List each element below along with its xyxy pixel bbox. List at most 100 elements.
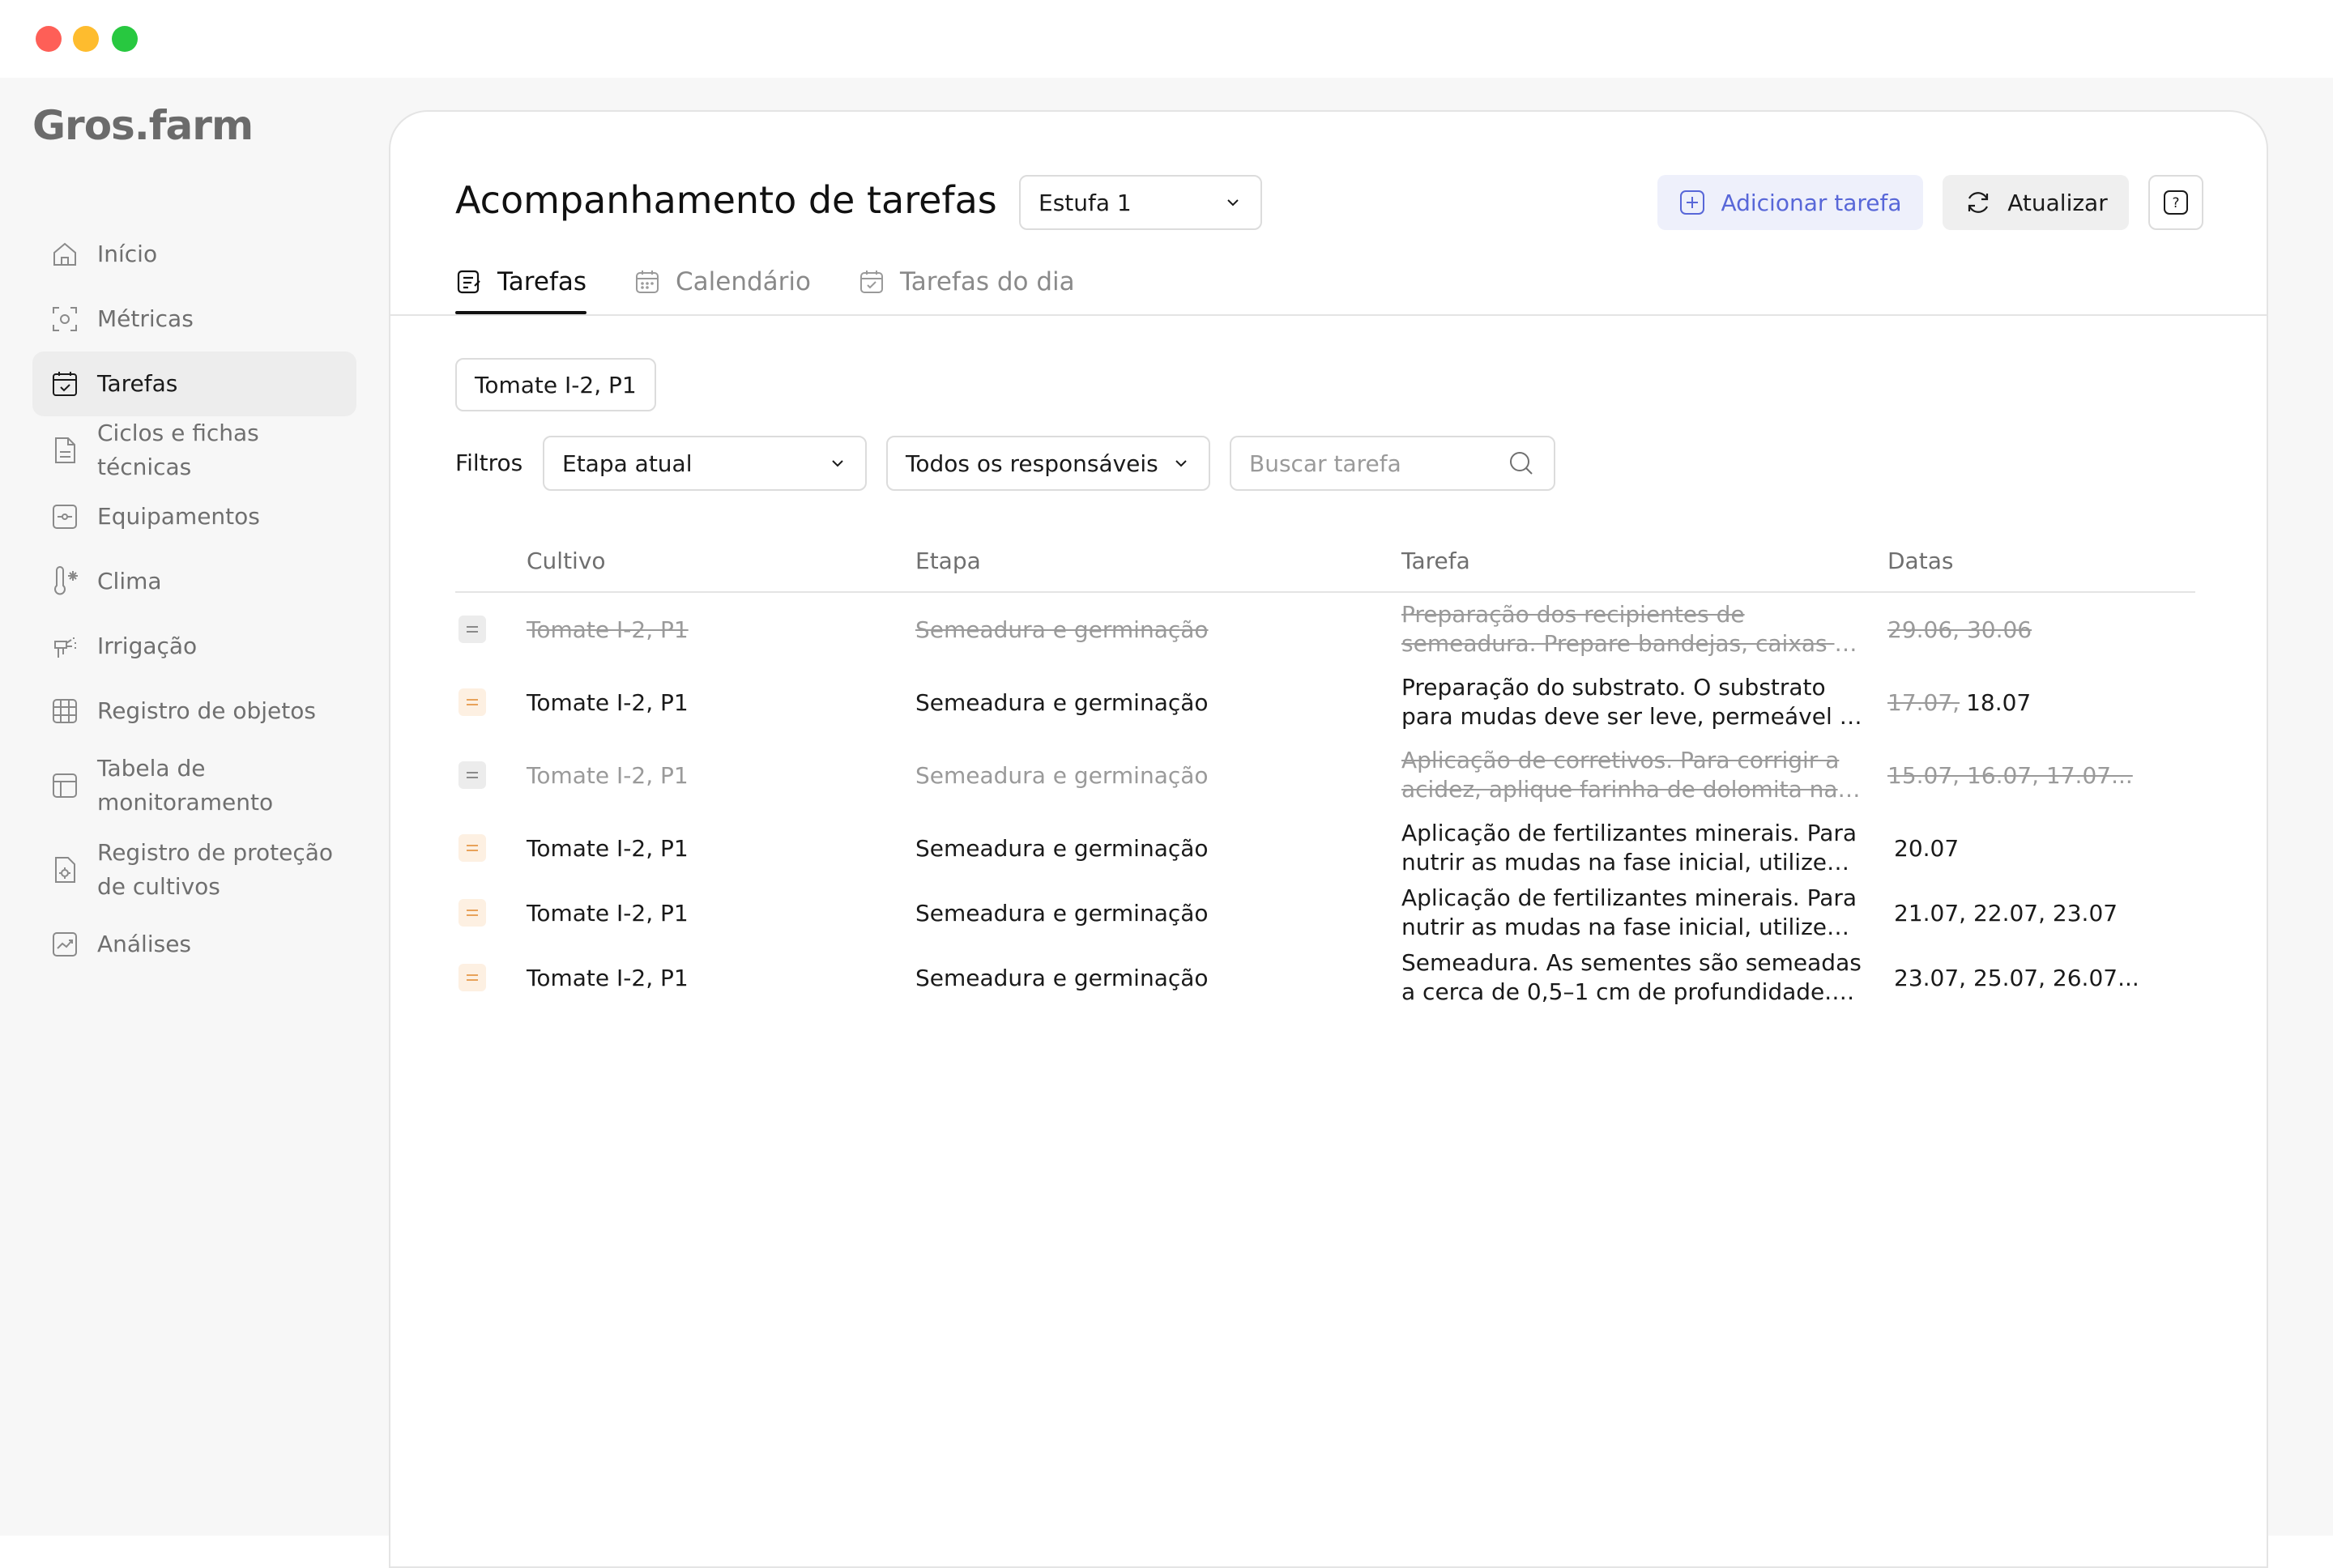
tab-tarefas[interactable]: Tarefas: [455, 249, 586, 314]
app-body: Gros.farm Início Métricas Tarefas Ciclos…: [0, 78, 2333, 1568]
tabs-divider: [390, 314, 2267, 316]
table-row[interactable]: Tomate I-2, P1 Semeadura e germinação Ap…: [455, 812, 2195, 884]
cell-tarefa: Aplicação de fertilizantes minerais. Par…: [1401, 820, 1857, 876]
cell-tarefa: Semeadura. As sementes são semeadas a ce…: [1401, 949, 1862, 1005]
sidebar-item-inicio[interactable]: Início: [32, 222, 356, 287]
equipment-icon: [49, 501, 81, 533]
chevron-down-icon: [1227, 199, 1239, 207]
logo[interactable]: Gros.farm: [32, 102, 254, 149]
chart-icon: [49, 928, 81, 961]
title-bar: [0, 0, 2333, 78]
search-input[interactable]: [1231, 450, 1491, 477]
cell-cultivo: Tomate I-2, P1: [527, 616, 689, 643]
table-row[interactable]: Tomate I-2, P1 Semeadura e germinação Pr…: [455, 593, 2195, 666]
greenhouse-select-value: Estufa 1: [1039, 189, 1132, 216]
drag-handle-icon[interactable]: [458, 688, 486, 716]
maximize-window-button[interactable]: [112, 26, 138, 52]
tasks-table: Cultivo Etapa Tarefa Datas Tomate I-2, P…: [455, 535, 2195, 1014]
grid-icon: [49, 695, 81, 727]
drag-handle-icon[interactable]: [458, 616, 486, 643]
tab-tarefas-do-dia[interactable]: Tarefas do dia: [858, 249, 1075, 314]
cell-cultivo: Tomate I-2, P1: [527, 688, 689, 716]
sidebar-item-metricas[interactable]: Métricas: [32, 287, 356, 352]
add-task-button[interactable]: Adicionar tarefa: [1657, 175, 1923, 230]
sidebar-item-label: Registro de proteção de cultivos: [97, 839, 334, 900]
sidebar-item-label: Registro de objetos: [97, 697, 316, 724]
cell-etapa: Semeadura e germinação: [915, 834, 1209, 862]
tasks-icon: [49, 368, 81, 400]
search-icon[interactable]: [1507, 449, 1536, 478]
cell-dates: 18.07: [1966, 688, 2032, 716]
sidebar-item-equipamentos[interactable]: Equipamentos: [32, 484, 356, 549]
table-row[interactable]: Tomate I-2, P1 Semeadura e germinação Se…: [455, 941, 2195, 1014]
table-row[interactable]: Tomate I-2, P1 Semeadura e germinação Pr…: [455, 666, 2195, 739]
sidebar-item-label: Métricas: [97, 305, 194, 332]
sidebar-item-label: Clima: [97, 568, 162, 594]
sidebar-item-ciclos[interactable]: Ciclos e fichas técnicas: [32, 416, 356, 484]
refresh-button[interactable]: Atualizar: [1943, 175, 2129, 230]
sidebar-item-irrigacao[interactable]: Irrigação: [32, 614, 356, 679]
drag-handle-icon[interactable]: [458, 834, 486, 862]
sidebar-item-registro-protecao[interactable]: Registro de proteção de cultivos: [32, 828, 356, 912]
cell-tarefa: Aplicação de fertilizantes minerais. Par…: [1401, 884, 1857, 940]
cell-cultivo: Tomate I-2, P1: [527, 899, 689, 927]
calendar-icon: [636, 271, 659, 293]
greenhouse-select[interactable]: Estufa 1: [1019, 175, 1262, 230]
close-window-button[interactable]: [36, 26, 62, 52]
table-row[interactable]: Tomate I-2, P1 Semeadura e germinação Ap…: [455, 884, 2195, 941]
crop-chip[interactable]: Tomate I-2, P1: [455, 358, 656, 411]
sidebar-item-label: Irrigação: [97, 633, 198, 659]
help-button[interactable]: ?: [2148, 175, 2203, 230]
cell-etapa: Semeadura e germinação: [915, 899, 1209, 927]
table-row[interactable]: Tomate I-2, P1 Semeadura e germinação Ap…: [455, 739, 2195, 812]
cell-tarefa: Aplicação de corretivos. Para corrigir a…: [1401, 747, 1840, 803]
sidebar-item-clima[interactable]: Clima: [32, 549, 356, 614]
tab-label: Tarefas do dia: [899, 267, 1075, 296]
table-icon: [49, 769, 81, 802]
stage-select[interactable]: Etapa atual: [543, 436, 867, 491]
drag-handle-icon[interactable]: [458, 899, 486, 927]
sidebar-item-label: Análises: [97, 931, 192, 957]
column-header-tarefa[interactable]: Tarefa: [1401, 548, 1470, 574]
stage-select-value: Etapa atual: [562, 450, 693, 477]
thermometer-icon: [49, 565, 81, 598]
sidebar-item-label: Tabela de monitoramento: [97, 755, 274, 816]
chevron-down-icon: [1175, 460, 1187, 467]
metrics-icon: [49, 303, 81, 335]
cell-dates: 23.07, 25.07, 26.07...: [1894, 964, 2139, 991]
cell-tarefa: Preparação do substrato. O substrato par…: [1401, 674, 1853, 730]
refresh-icon: [1968, 192, 1989, 213]
sidebar-item-analises[interactable]: Análises: [32, 912, 356, 977]
tab-calendario[interactable]: Calendário: [633, 249, 811, 314]
page-title: Acompanhamento de tarefas: [455, 178, 997, 222]
table-header: Cultivo Etapa Tarefa Datas: [455, 535, 2195, 593]
column-header-etapa[interactable]: Etapa: [915, 548, 981, 574]
plus-square-icon: [1680, 190, 1705, 215]
cell-tarefa: Preparação dos recipientes de semeadura.…: [1401, 601, 1863, 657]
sidebar-item-label: Ciclos e fichas técnicas: [97, 420, 259, 480]
cell-etapa: Semeadura e germinação: [915, 688, 1209, 716]
svg-text:?: ?: [2172, 195, 2179, 211]
column-header-datas[interactable]: Datas: [1887, 548, 1953, 574]
cell-etapa: Semeadura e germinação: [915, 964, 1209, 991]
irrigation-icon: [49, 630, 81, 663]
column-header-cultivo[interactable]: Cultivo: [527, 548, 606, 574]
home-icon: [49, 238, 81, 271]
sidebar-item-tarefas[interactable]: Tarefas: [32, 352, 356, 416]
search-box: [1230, 436, 1555, 491]
sidebar-item-tabela-monitoramento[interactable]: Tabela de monitoramento: [32, 744, 356, 828]
document-icon: [49, 434, 81, 467]
responsible-select-value: Todos os responsáveis: [906, 450, 1158, 477]
tab-label: Calendário: [676, 267, 811, 296]
drag-handle-icon[interactable]: [458, 964, 486, 991]
cell-dates-old: 15.07, 16.07, 17.07...: [1887, 761, 2133, 789]
minimize-window-button[interactable]: [73, 26, 99, 52]
responsible-select[interactable]: Todos os responsáveis: [886, 436, 1210, 491]
sidebar-item-label: Início: [97, 241, 158, 267]
drag-handle-icon[interactable]: [458, 761, 486, 789]
cell-dates-old: 29.06, 30.06: [1887, 616, 2032, 643]
cell-dates: 21.07, 22.07, 23.07: [1894, 899, 2118, 927]
sidebar-item-registro-objetos[interactable]: Registro de objetos: [32, 679, 356, 744]
calendar-check-icon: [859, 271, 883, 293]
refresh-label: Atualizar: [2007, 189, 2108, 216]
